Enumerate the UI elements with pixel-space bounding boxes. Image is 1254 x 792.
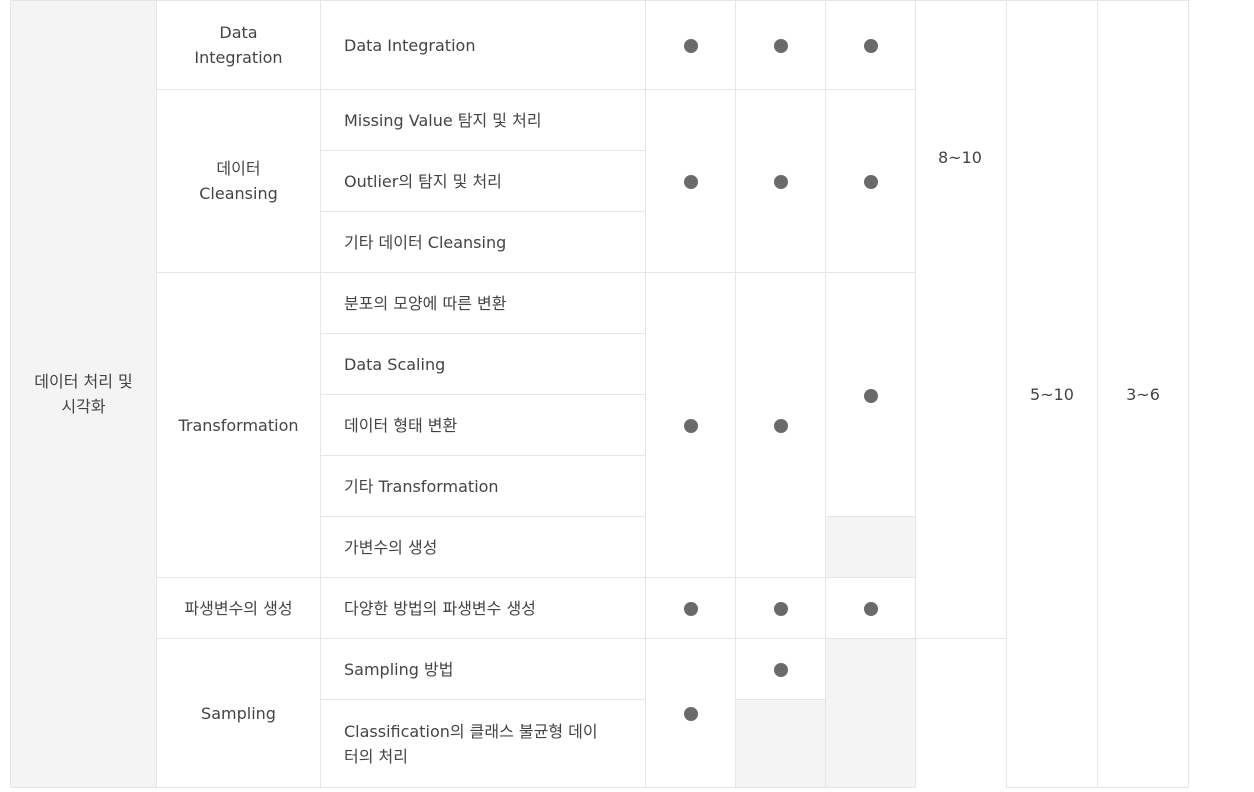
mark-cell bbox=[645, 272, 736, 578]
group-cell-sampling: Sampling bbox=[156, 638, 321, 788]
item-cell: 다양한 방법의 파생변수 생성 bbox=[320, 577, 646, 639]
item-cell: Outlier의 탐지 및 처리 bbox=[320, 150, 646, 212]
mark-cell bbox=[825, 577, 916, 639]
filled-dot-icon bbox=[773, 602, 788, 616]
group-label-cleansing: 데이터 Cleansing bbox=[199, 159, 278, 203]
item-cell: Sampling 방법 bbox=[320, 638, 646, 700]
blank-cell bbox=[915, 638, 1007, 788]
filled-dot-icon bbox=[863, 39, 878, 53]
mark-cell bbox=[825, 0, 916, 90]
item-cell: Classification의 클래스 불균형 데이터의 처리 bbox=[320, 699, 646, 788]
empty-cell bbox=[735, 699, 826, 788]
filled-dot-icon bbox=[773, 39, 788, 53]
mark-cell bbox=[825, 272, 916, 517]
filled-dot-icon bbox=[863, 388, 878, 403]
range-cell-b: 3~6 bbox=[1097, 0, 1189, 788]
filled-dot-icon bbox=[773, 663, 788, 677]
group-cell-transformation: Transformation bbox=[156, 272, 321, 578]
filled-dot-icon bbox=[683, 39, 698, 53]
filled-dot-icon bbox=[683, 602, 698, 616]
mark-cell bbox=[735, 0, 826, 90]
filled-dot-icon bbox=[683, 707, 698, 721]
mark-cell bbox=[735, 638, 826, 700]
group-label-integration: Data Integration bbox=[194, 23, 283, 67]
mark-cell bbox=[735, 577, 826, 639]
item-cell: Data Integration bbox=[320, 0, 646, 90]
mark-cell bbox=[645, 0, 736, 90]
filled-dot-icon bbox=[773, 175, 788, 189]
top-border-cap bbox=[1097, 0, 1190, 1]
category-cell: 데이터 처리 및 시각화 bbox=[10, 0, 157, 788]
item-cell: 가변수의 생성 bbox=[320, 516, 646, 578]
empty-cell bbox=[825, 516, 916, 578]
filled-dot-icon bbox=[683, 175, 698, 189]
category-label: 데이터 처리 및 시각화 bbox=[34, 372, 133, 416]
group-cell-derived: 파생변수의 생성 bbox=[156, 577, 321, 639]
filled-dot-icon bbox=[863, 602, 878, 616]
filled-dot-icon bbox=[683, 419, 698, 433]
item-cell: Missing Value 탐지 및 처리 bbox=[320, 89, 646, 151]
empty-cell bbox=[825, 638, 916, 788]
filled-dot-icon bbox=[863, 175, 878, 189]
mark-cell bbox=[645, 638, 736, 788]
item-label: Classification의 클래스 불균형 데이터의 처리 bbox=[344, 721, 598, 766]
item-cell: 기타 데이터 Cleansing bbox=[320, 211, 646, 273]
filled-dot-icon bbox=[773, 419, 788, 433]
group-cell-integration: Data Integration bbox=[156, 0, 321, 90]
item-cell: 데이터 형태 변환 bbox=[320, 394, 646, 456]
range-cell-a: 5~10 bbox=[1006, 0, 1098, 788]
item-cell: 기타 Transformation bbox=[320, 455, 646, 517]
mark-cell bbox=[735, 89, 826, 273]
mark-cell bbox=[645, 89, 736, 273]
item-cell: Data Scaling bbox=[320, 333, 646, 395]
hours-cell: 8~10 bbox=[915, 0, 1007, 639]
mark-cell bbox=[825, 89, 916, 273]
mark-cell bbox=[645, 577, 736, 639]
item-cell: 분포의 모양에 따른 변환 bbox=[320, 272, 646, 334]
group-cell-cleansing: 데이터 Cleansing bbox=[156, 89, 321, 273]
mark-cell bbox=[735, 272, 826, 578]
curriculum-table: 데이터 처리 및 시각화 Data Integration Data Integ… bbox=[10, 0, 1189, 788]
